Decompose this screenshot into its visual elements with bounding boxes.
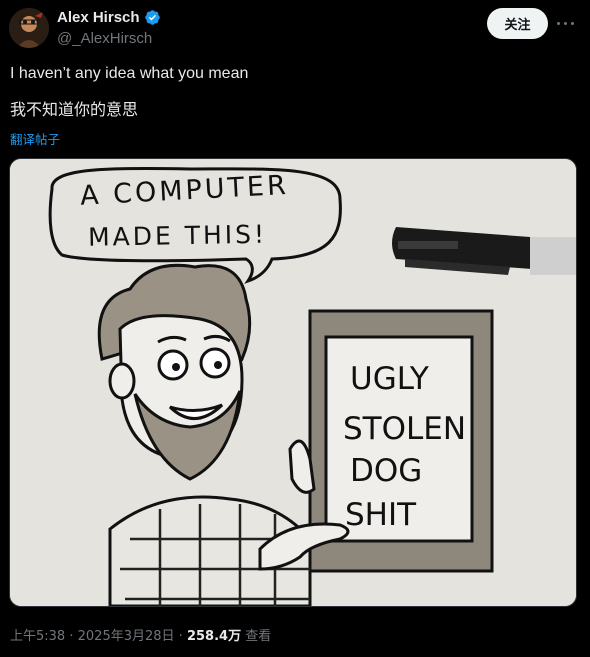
sign-line-3: DOG	[350, 453, 422, 489]
meta-separator-2: ·	[178, 629, 183, 644]
post-translation: 我不知道你的意思	[10, 100, 139, 119]
sign-line-2: STOLEN	[343, 411, 466, 447]
verified-badge-icon	[145, 10, 160, 25]
author-handle[interactable]: @_AlexHirsch	[57, 30, 152, 47]
more-horizontal-icon[interactable]	[555, 13, 577, 35]
cartoon-drawing: A COMPUTER MADE THIS! UGLY STOLEN DOG SH…	[10, 159, 576, 606]
post-text: I haven’t any idea what you mean	[10, 65, 249, 82]
post-meta: 上午5:38 · 2025年3月28日 · 258.4万 查看	[10, 625, 271, 644]
sign-line-1: UGLY	[350, 361, 429, 397]
follow-button[interactable]: 关注	[487, 8, 548, 39]
views-count: 258.4万	[186, 629, 242, 644]
post-header: Alex Hirsch @_AlexHirsch 关注	[0, 0, 590, 60]
post-time[interactable]: 上午5:38	[10, 629, 65, 644]
speech-line-2: MADE THIS!	[88, 220, 267, 252]
sign-line-4: SHIT	[345, 497, 417, 533]
post-image[interactable]: A COMPUTER MADE THIS! UGLY STOLEN DOG SH…	[9, 158, 577, 607]
avatar[interactable]	[9, 8, 49, 48]
views-label: 查看	[245, 629, 272, 644]
author-name[interactable]: Alex Hirsch	[57, 9, 140, 26]
meta-separator: ·	[69, 629, 74, 644]
post-date[interactable]: 2025年3月28日	[78, 629, 175, 644]
translate-post-link[interactable]: 翻译帖子	[10, 129, 60, 148]
